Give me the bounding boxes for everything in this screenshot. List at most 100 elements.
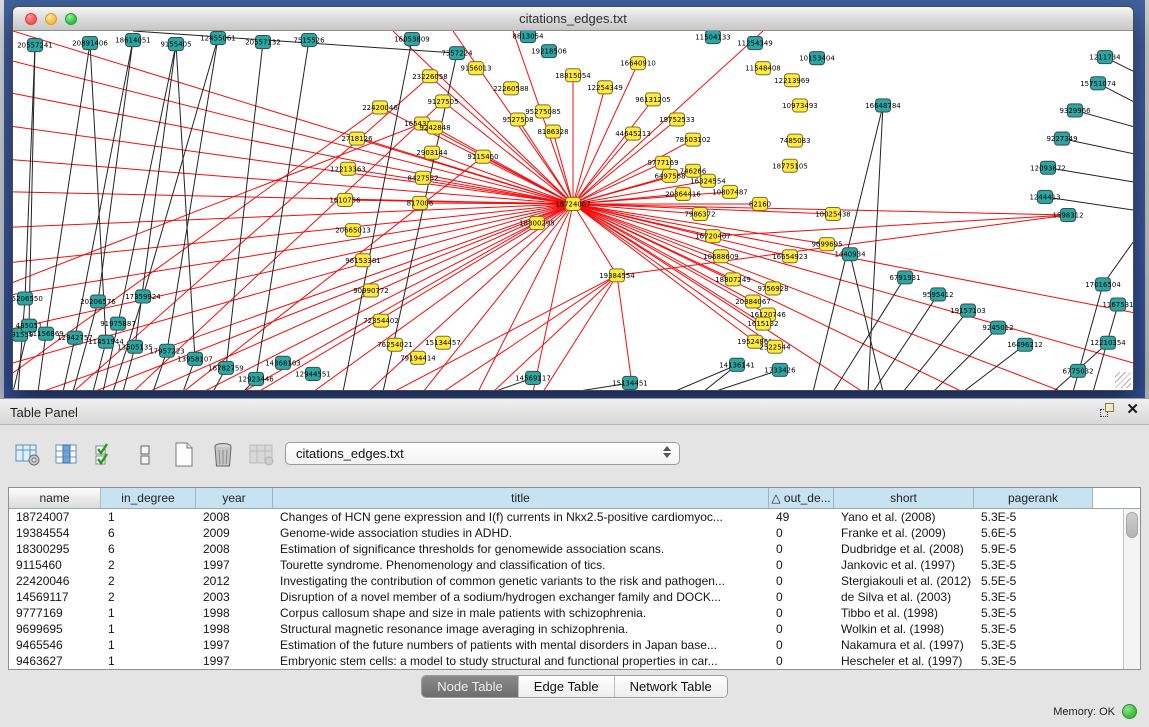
column-header-pagerank[interactable]: pagerank: [974, 488, 1093, 508]
table-cell[interactable]: 2012: [196, 573, 273, 589]
table-cell[interactable]: 5.3E-5: [974, 653, 1093, 669]
table-cell[interactable]: 1997: [196, 557, 273, 573]
table-cell[interactable]: 0: [769, 573, 834, 589]
tab-network-table[interactable]: Network Table: [614, 676, 727, 697]
table-row[interactable]: 1456911722003Disruption of a novel membe…: [9, 589, 1122, 605]
table-cell[interactable]: 0: [769, 541, 834, 557]
table-cell[interactable]: Corpus callosum shape and size in male p…: [273, 605, 769, 621]
table-cell[interactable]: Tibbo et al. (1998): [834, 605, 974, 621]
table-row[interactable]: 2242004622012Investigating the contribut…: [9, 573, 1122, 589]
table-cell[interactable]: 14569117: [9, 589, 101, 605]
scrollbar-thumb[interactable]: [1126, 512, 1138, 538]
table-cell[interactable]: 2009: [196, 525, 273, 541]
table-cell[interactable]: 1: [101, 509, 196, 525]
table-cell[interactable]: Stergiakouli et al. (2012): [834, 573, 974, 589]
import-table-button[interactable]: [248, 441, 276, 469]
table-row[interactable]: 969969511998Structural magnetic resonanc…: [9, 621, 1122, 637]
table-cell[interactable]: 9699695: [9, 621, 101, 637]
table-cell[interactable]: 0: [769, 653, 834, 669]
table-row[interactable]: 1872400712008Changes of HCN gene express…: [9, 509, 1122, 525]
table-cell[interactable]: 2: [101, 573, 196, 589]
table-cell[interactable]: Wolkin et al. (1998): [834, 621, 974, 637]
table-cell[interactable]: 1997: [196, 653, 273, 669]
table-row[interactable]: 946362711997Embryonic stem cells: a mode…: [9, 653, 1122, 669]
table-cell[interactable]: 6: [101, 525, 196, 541]
table-cell[interactable]: 18300295: [9, 541, 101, 557]
table-cell[interactable]: Franke et al. (2009): [834, 525, 974, 541]
column-header-out_de[interactable]: △ out_de...: [769, 488, 834, 508]
rows-button[interactable]: [131, 441, 159, 469]
table-cell[interactable]: Jankovic et al. (1997): [834, 557, 974, 573]
table-cell[interactable]: Tourette syndrome. Phenomenology and cla…: [273, 557, 769, 573]
table-cell[interactable]: 49: [769, 509, 834, 525]
table-cell[interactable]: 0: [769, 525, 834, 541]
table-row[interactable]: 1938455462009Genome-wide association stu…: [9, 525, 1122, 541]
column-header-in_degree[interactable]: in_degree: [101, 488, 196, 508]
select-column-button[interactable]: [53, 441, 81, 469]
table-cell[interactable]: 1: [101, 653, 196, 669]
table-cell[interactable]: Estimation of the future numbers of pati…: [273, 637, 769, 653]
float-window-icon[interactable]: [1100, 403, 1114, 417]
table-cell[interactable]: 0: [769, 621, 834, 637]
table-cell[interactable]: 5.3E-5: [974, 557, 1093, 573]
table-cell[interactable]: Genome-wide association studies in ADHD.: [273, 525, 769, 541]
table-cell[interactable]: Yano et al. (2008): [834, 509, 974, 525]
table-cell[interactable]: Disruption of a novel member of a sodium…: [273, 589, 769, 605]
table-cell[interactable]: 2008: [196, 509, 273, 525]
table-cell[interactable]: 5.3E-5: [974, 605, 1093, 621]
table-cell[interactable]: 5.6E-5: [974, 525, 1093, 541]
tab-edge-table[interactable]: Edge Table: [518, 676, 614, 697]
memory-status-dot[interactable]: [1122, 704, 1137, 719]
table-cell[interactable]: 5.3E-5: [974, 509, 1093, 525]
window-titlebar[interactable]: citations_edges.txt: [13, 7, 1133, 31]
vertical-scrollbar[interactable]: [1123, 509, 1140, 669]
table-row[interactable]: 1830029562008Estimation of significance …: [9, 541, 1122, 557]
table-cell[interactable]: 9115460: [9, 557, 101, 573]
table-cell[interactable]: Nakamura et al. (1997): [834, 637, 974, 653]
tab-node-table[interactable]: Node Table: [422, 676, 518, 697]
table-cell[interactable]: Investigating the contribution of common…: [273, 573, 769, 589]
table-cell[interactable]: 9777169: [9, 605, 101, 621]
table-cell[interactable]: 1997: [196, 637, 273, 653]
table-cell[interactable]: Dudbridge et al. (2008): [834, 541, 974, 557]
table-cell[interactable]: Hescheler et al. (1997): [834, 653, 974, 669]
table-cell[interactable]: 0: [769, 637, 834, 653]
table-cell[interactable]: 1: [101, 605, 196, 621]
table-row[interactable]: 911546021997Tourette syndrome. Phenomeno…: [9, 557, 1122, 573]
table-cell[interactable]: 0: [769, 605, 834, 621]
close-icon[interactable]: ✕: [1126, 403, 1139, 417]
table-cell[interactable]: 1: [101, 621, 196, 637]
window-resize-grip[interactable]: [1115, 372, 1131, 388]
table-selector-dropdown[interactable]: citations_edges.txt: [285, 442, 680, 465]
table-row[interactable]: 977716911998Corpus callosum shape and si…: [9, 605, 1122, 621]
table-settings-button[interactable]: [14, 441, 42, 469]
table-cell[interactable]: Estimation of significance thresholds fo…: [273, 541, 769, 557]
network-canvas[interactable]: 2055724120891406186140519155405124550612…: [13, 31, 1133, 390]
table-cell[interactable]: de Silva et al. (2003): [834, 589, 974, 605]
table-cell[interactable]: 18724007: [9, 509, 101, 525]
delete-table-button[interactable]: [209, 441, 237, 469]
table-cell[interactable]: 19384554: [9, 525, 101, 541]
table-cell[interactable]: 1998: [196, 621, 273, 637]
select-all-button[interactable]: [92, 441, 120, 469]
table-cell[interactable]: 2: [101, 557, 196, 573]
column-header-year[interactable]: year: [196, 488, 273, 508]
table-cell[interactable]: 2008: [196, 541, 273, 557]
table-cell[interactable]: 0: [769, 589, 834, 605]
table-cell[interactable]: 9465546: [9, 637, 101, 653]
table-cell[interactable]: Embryonic stem cells: a model to study s…: [273, 653, 769, 669]
table-cell[interactable]: 6: [101, 541, 196, 557]
table-cell[interactable]: 5.3E-5: [974, 589, 1093, 605]
table-cell[interactable]: 1: [101, 637, 196, 653]
table-cell[interactable]: 5.3E-5: [974, 621, 1093, 637]
table-cell[interactable]: 9463627: [9, 653, 101, 669]
table-cell[interactable]: 2003: [196, 589, 273, 605]
column-header-name[interactable]: name: [9, 488, 101, 508]
table-cell[interactable]: 2: [101, 589, 196, 605]
table-row[interactable]: 946554611997Estimation of the future num…: [9, 637, 1122, 653]
table-cell[interactable]: Changes of HCN gene expression and I(f) …: [273, 509, 769, 525]
table-cell[interactable]: 5.3E-5: [974, 637, 1093, 653]
column-header-short[interactable]: short: [834, 488, 974, 508]
column-header-title[interactable]: title: [273, 488, 769, 508]
table-cell[interactable]: Structural magnetic resonance image aver…: [273, 621, 769, 637]
